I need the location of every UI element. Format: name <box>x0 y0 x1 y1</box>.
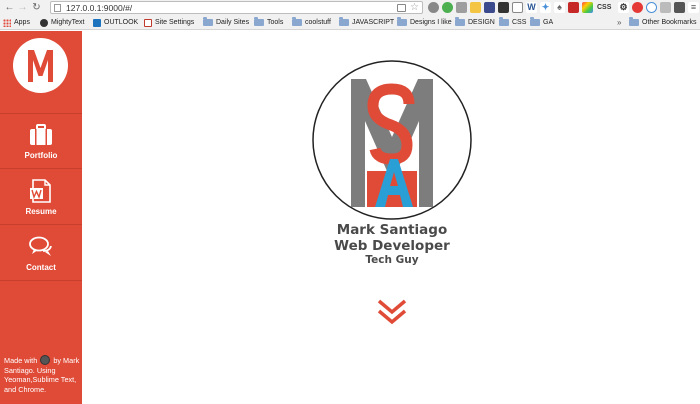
menu-icon[interactable]: ≡ <box>688 2 699 13</box>
evernote-icon[interactable] <box>442 2 453 13</box>
bookmark-javascript[interactable]: JAVASCRIPT <box>339 16 394 29</box>
pocket-icon[interactable] <box>428 2 439 13</box>
hero-role: Web Developer <box>334 238 450 254</box>
folder-icon <box>254 17 264 26</box>
bookmarks-bar: Apps MightyText OUTLOOK Site Settings Da… <box>0 15 700 30</box>
sidebar-logo-area <box>0 31 82 114</box>
extension-gray2-icon[interactable] <box>660 2 671 13</box>
bookmark-outlook[interactable]: OUTLOOK <box>93 16 138 29</box>
bookmark-coolstuff[interactable]: coolstuff <box>292 16 331 29</box>
bookmark-css[interactable]: CSS <box>499 16 526 29</box>
sidebar-item-contact[interactable]: Contact <box>0 226 82 281</box>
page-icon <box>54 4 61 12</box>
css-extension-icon[interactable]: CSS <box>597 2 611 13</box>
browser-toolbar: ← → ↻ 127.0.0.1:9000/#/ ☆ W ✦ ♠ CSS ⚙ ≡ <box>0 0 700 15</box>
back-arrow-icon[interactable]: ← <box>4 2 15 13</box>
outlook-icon <box>93 18 101 27</box>
apps-grid-icon <box>3 18 11 27</box>
folder-icon <box>397 17 407 26</box>
sidebar-item-label: Contact <box>26 263 56 272</box>
sidebar: Portfolio Resume Contact Made with by Ma… <box>0 31 82 404</box>
forward-arrow-icon[interactable]: → <box>17 2 28 13</box>
m-logo-icon <box>28 50 53 82</box>
bell-icon[interactable]: ♠ <box>554 2 565 13</box>
word-icon[interactable]: W <box>526 2 537 13</box>
extension-red-icon[interactable] <box>568 2 579 13</box>
color-picker-icon[interactable] <box>582 2 593 13</box>
word-document-icon <box>30 179 51 203</box>
bookmark-star-icon[interactable]: ☆ <box>410 2 419 14</box>
gear-icon[interactable]: ⚙ <box>618 2 629 13</box>
bookmark-designs-i-like[interactable]: Designs I like <box>397 16 452 29</box>
folder-icon <box>203 17 213 26</box>
sidebar-item-resume[interactable]: Resume <box>0 170 82 225</box>
logo[interactable] <box>13 38 68 93</box>
extension-dark-icon[interactable] <box>498 2 509 13</box>
sidebar-item-portfolio[interactable]: Portfolio <box>0 114 82 169</box>
extension-red-circle-icon[interactable] <box>632 2 643 13</box>
yeoman-icon <box>40 355 51 365</box>
main-content: Mark Santiago Web Developer Tech Guy <box>82 31 700 404</box>
folder-icon <box>339 17 349 26</box>
feather-icon[interactable]: ✦ <box>540 2 551 13</box>
extension-dark2-icon[interactable] <box>674 2 685 13</box>
mightytext-icon <box>40 18 48 27</box>
folder-icon <box>499 17 509 26</box>
bookmark-apps[interactable]: Apps <box>3 16 30 29</box>
bookmark-other-bookmarks[interactable]: Other Bookmarks <box>629 16 696 29</box>
hero-text: Mark Santiago Web Developer Tech Guy <box>282 222 502 266</box>
folder-icon <box>530 17 540 26</box>
scroll-down-chevron-icon[interactable] <box>377 297 407 327</box>
footer-text-before: Made with <box>4 356 38 365</box>
bookmark-ga[interactable]: GA <box>530 16 553 29</box>
url-text: 127.0.0.1:9000/#/ <box>66 3 133 13</box>
hero-tagline: Tech Guy <box>365 254 419 266</box>
window-icon[interactable] <box>512 2 523 13</box>
bookmark-design[interactable]: DESIGN <box>455 16 495 29</box>
extension-ring-icon[interactable] <box>646 2 657 13</box>
bookmark-site-settings[interactable]: Site Settings <box>144 16 194 29</box>
bookmark-mightytext[interactable]: MightyText <box>40 16 84 29</box>
bookmarks-overflow-chevron[interactable]: » <box>617 16 621 29</box>
extension-blue-icon[interactable] <box>484 2 495 13</box>
sidebar-footer: Made with by Mark Santiago. Using Yeoman… <box>4 355 80 394</box>
extension-gray-icon[interactable] <box>456 2 467 13</box>
folder-icon <box>292 17 302 26</box>
address-bar[interactable]: 127.0.0.1:9000/#/ ☆ <box>50 1 423 14</box>
briefcase-icon <box>30 124 52 145</box>
chat-bubbles-icon <box>29 236 52 256</box>
bookmark-daily-sites[interactable]: Daily Sites <box>203 16 249 29</box>
folder-icon <box>629 17 639 26</box>
reload-icon[interactable]: ↻ <box>31 2 42 13</box>
folder-icon <box>455 17 465 26</box>
document-icon[interactable] <box>397 4 406 12</box>
notes-icon[interactable] <box>470 2 481 13</box>
sidebar-item-label: Portfolio <box>24 151 58 160</box>
bookmark-tools[interactable]: Tools <box>254 16 283 29</box>
sidebar-item-label: Resume <box>25 207 57 216</box>
msa-emblem-logo <box>312 60 472 220</box>
hero-name: Mark Santiago <box>336 222 448 238</box>
site-settings-icon <box>144 18 152 27</box>
